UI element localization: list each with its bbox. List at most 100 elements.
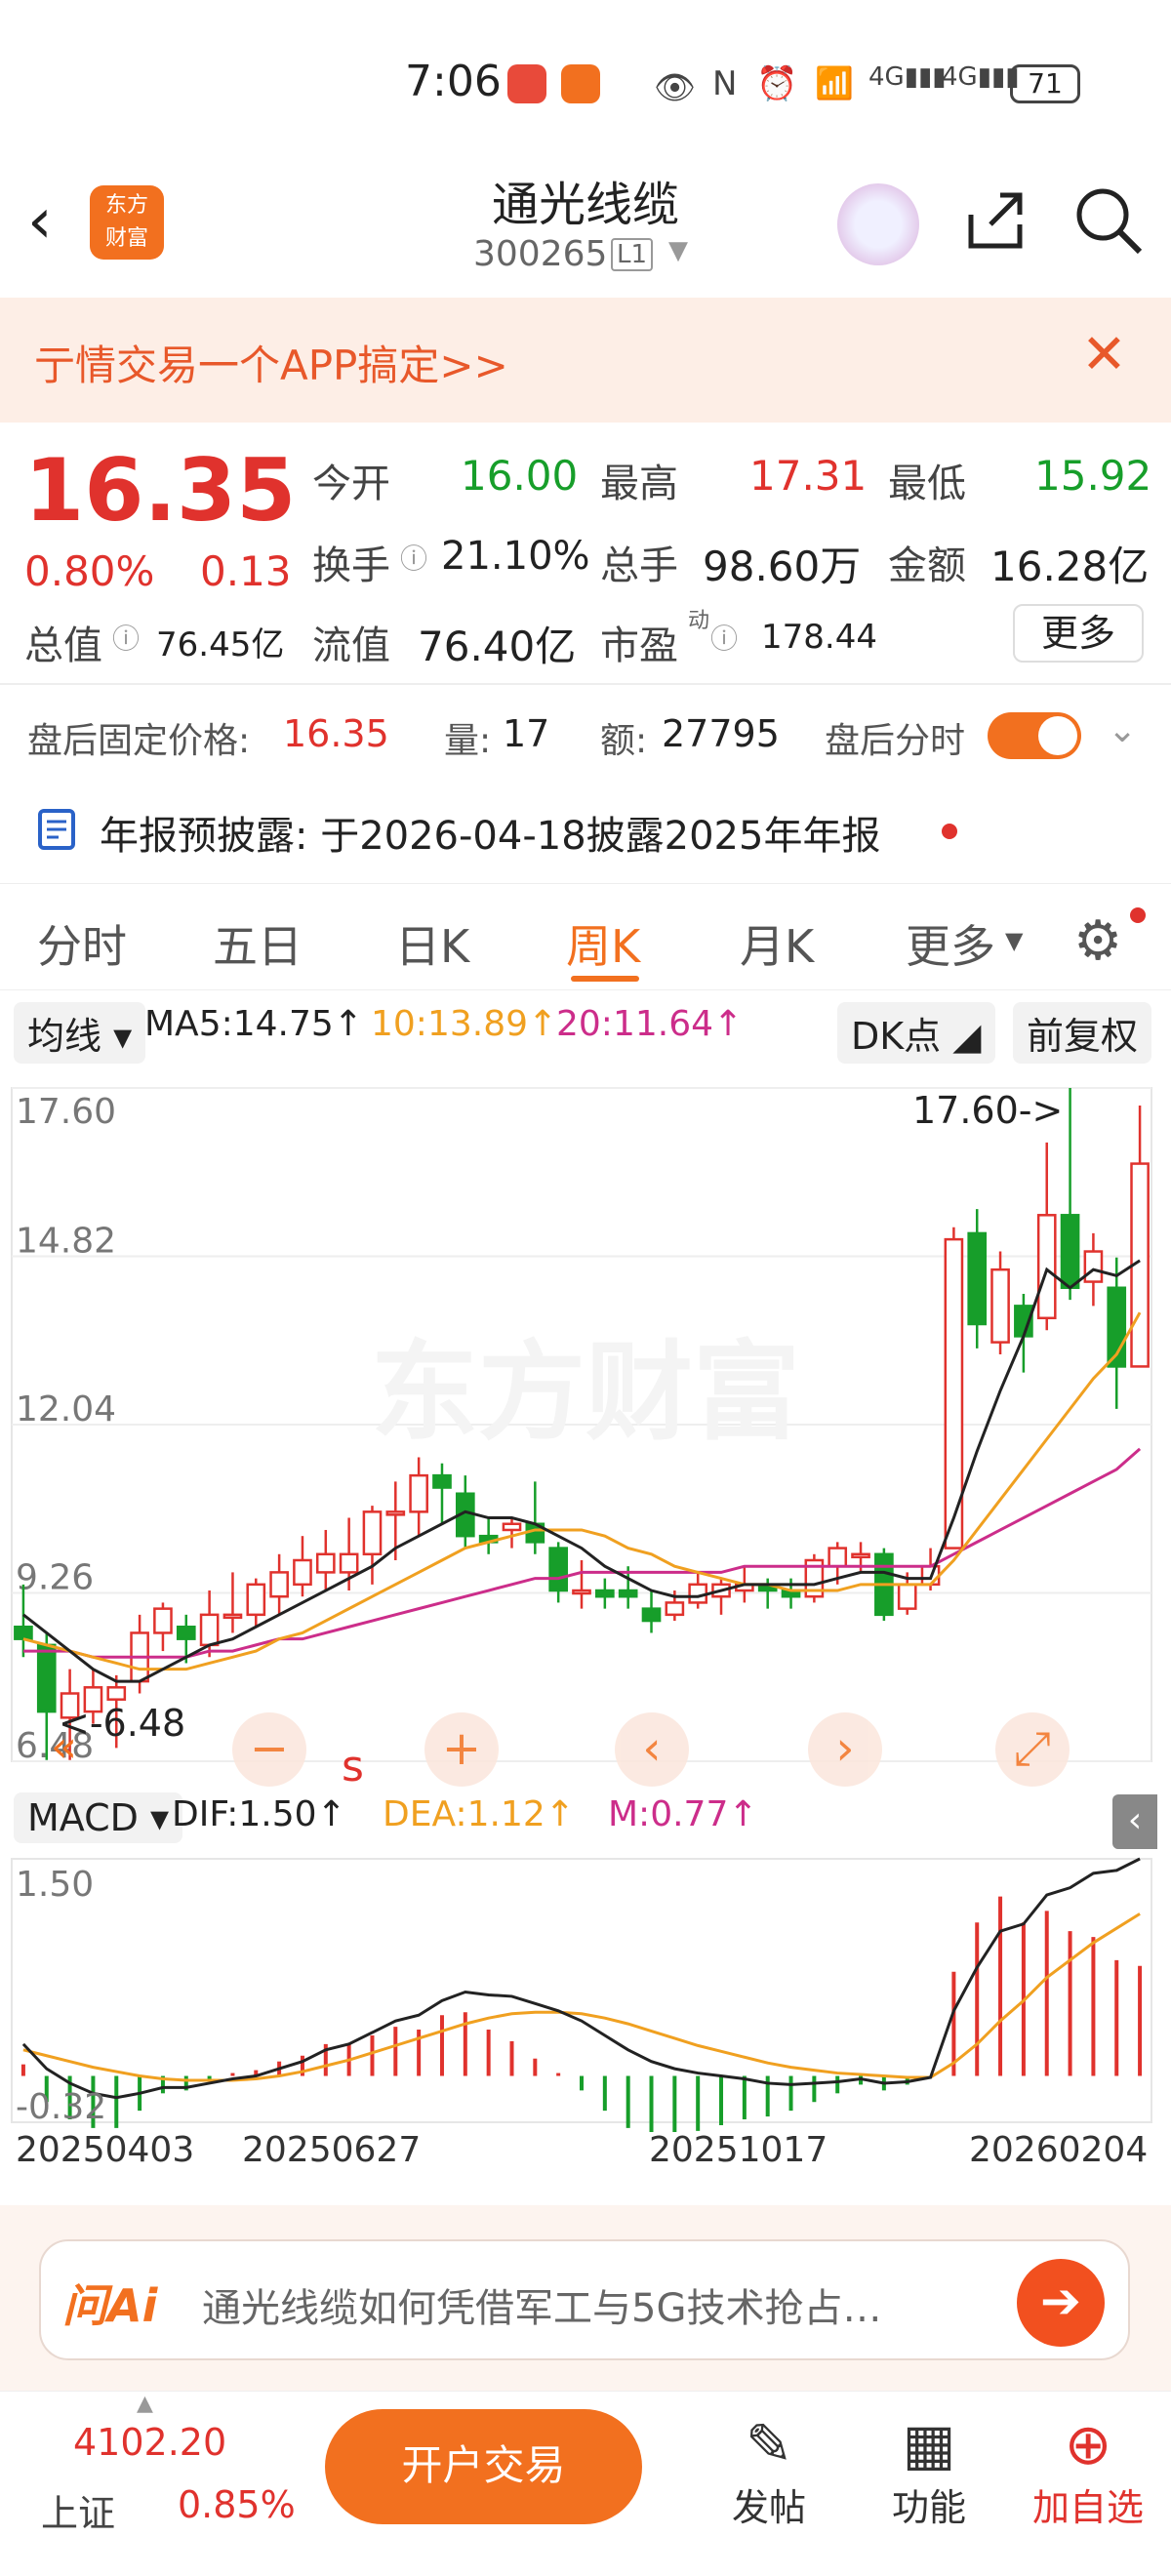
more-button[interactable]: 更多 bbox=[1013, 604, 1144, 663]
tab-intraday[interactable]: 分时 bbox=[37, 911, 127, 976]
chevron-up-icon[interactable]: ▲ bbox=[137, 2392, 153, 2416]
tab-five-day[interactable]: 五日 bbox=[213, 911, 303, 976]
settings-badge-dot bbox=[1130, 907, 1146, 923]
zoom-in-button[interactable]: + bbox=[424, 1712, 499, 1787]
max-price-marker: 17.60-> bbox=[912, 1089, 1063, 1132]
ai-input-box[interactable]: 问Ai 通光线缆如何凭借军工与5G技术抢占… ➔ bbox=[39, 2239, 1130, 2360]
candle-body bbox=[990, 1268, 1010, 1344]
amount-label: 金额 bbox=[888, 543, 966, 588]
quote-panel: 16.35 0.80% 0.13 今开 16.00 最高 17.31 最低 15… bbox=[0, 423, 1171, 671]
ai-brand: 问Ai bbox=[62, 2279, 158, 2332]
y-axis-label: 14.82 bbox=[16, 1222, 116, 1262]
market-cap-value: 76.45亿 bbox=[156, 625, 285, 664]
chevron-down-icon[interactable]: ▼ bbox=[1005, 927, 1023, 954]
promo-banner[interactable]: 亍情交易一个APP搞定>> ✕ bbox=[0, 298, 1171, 423]
after-hours-amt-label: 额: bbox=[600, 721, 648, 761]
bottom-nav: ▲ 4102.20 上证 0.85% 开户交易 ✎ 发帖 ▦ 功能 ⊕ 加自选 bbox=[0, 2391, 1171, 2576]
gear-icon[interactable]: ⚙ bbox=[1073, 909, 1122, 973]
candle-body bbox=[106, 1686, 127, 1701]
pan-right-button[interactable]: › bbox=[808, 1712, 882, 1787]
stock-header: ‹ 东方 财富 通光线缆 300265 L1 ▼ bbox=[0, 166, 1171, 298]
search-icon[interactable] bbox=[1071, 183, 1146, 258]
tab-more[interactable]: 更多 bbox=[906, 911, 995, 976]
turnover-label: 换手 bbox=[312, 543, 390, 588]
dif-line bbox=[21, 1857, 1141, 2100]
kline-chart[interactable]: 17.6014.8212.049.266.48东方财富17.60-><-6.48 bbox=[0, 1059, 1171, 1800]
ma20-legend: 20:11.64↑ bbox=[556, 1004, 744, 1044]
candle-body bbox=[665, 1601, 685, 1617]
nav-post-label: 发帖 bbox=[731, 2486, 806, 2529]
volume-value: 98.60万 bbox=[703, 543, 862, 590]
share-icon[interactable] bbox=[961, 185, 1030, 254]
chevron-down-icon[interactable]: ⌄ bbox=[1108, 710, 1137, 750]
macd-y-label: 1.50 bbox=[16, 1865, 94, 1905]
zoom-out-button[interactable]: − bbox=[232, 1712, 306, 1787]
stock-code: 300265 bbox=[473, 234, 608, 274]
battery-icon: 71 bbox=[1010, 64, 1080, 103]
change-percent: 0.80% bbox=[24, 547, 155, 595]
candle-body bbox=[828, 1547, 848, 1568]
info-icon[interactable]: ⓘ bbox=[112, 618, 140, 657]
candle-body bbox=[222, 1613, 243, 1620]
candle-body bbox=[176, 1625, 196, 1640]
robot-assistant-icon[interactable] bbox=[837, 183, 919, 265]
candle-body bbox=[1036, 1214, 1057, 1320]
dea-line bbox=[22, 1912, 1141, 2082]
after-hours-amt: 27795 bbox=[662, 712, 780, 755]
ai-prompt: 通光线缆如何凭借军工与5G技术抢占… bbox=[202, 2286, 882, 2331]
candle-body bbox=[897, 1583, 917, 1610]
sell-signal-marker: s bbox=[342, 1742, 364, 1791]
dk-label: DK点 bbox=[851, 1015, 942, 1058]
nav-functions[interactable]: ▦ 功能 bbox=[861, 2411, 997, 2531]
min-price-marker: <-6.48 bbox=[59, 1702, 185, 1745]
x-label-2: 20250627 bbox=[242, 2130, 422, 2170]
macd-selector[interactable]: MACD ▾ bbox=[14, 1792, 183, 1843]
fullscreen-button[interactable]: ⤢ bbox=[995, 1712, 1070, 1787]
tab-daily-k[interactable]: 日K bbox=[395, 911, 469, 976]
candle-body bbox=[36, 1643, 57, 1713]
pe-label: 市盈 bbox=[600, 624, 678, 668]
alarm-icon: ⏰ bbox=[756, 64, 798, 103]
info-icon[interactable]: ⓘ bbox=[710, 618, 738, 657]
after-hours-toggle[interactable] bbox=[988, 712, 1081, 759]
macd-dea-legend: DEA:1.12↑ bbox=[383, 1794, 575, 1834]
candle-body bbox=[572, 1589, 591, 1595]
stock-name: 通光线缆 bbox=[491, 178, 679, 232]
collapse-panel-button[interactable]: ‹ bbox=[1112, 1794, 1157, 1849]
x-label-1: 20250403 bbox=[16, 2130, 195, 2170]
index-value: 4102.20 bbox=[73, 2421, 227, 2464]
dk-point-button[interactable]: DK点 ◢ bbox=[837, 1002, 995, 1064]
open-account-trade-button[interactable]: 开户交易 bbox=[325, 2409, 642, 2524]
pe-dynamic-sup: 动 bbox=[688, 609, 710, 633]
eye-icon: 👁 bbox=[654, 68, 697, 107]
tab-weekly-k[interactable]: 周K bbox=[566, 911, 640, 976]
level-badge: L1 bbox=[611, 238, 654, 271]
arrow-right-icon[interactable]: ➔ bbox=[1017, 2259, 1105, 2347]
x-label-3: 20251017 bbox=[649, 2130, 828, 2170]
macd-chart[interactable]: 1.50 -0.32 bbox=[0, 1849, 1171, 2132]
info-icon[interactable]: ⓘ bbox=[400, 538, 427, 577]
candle-body bbox=[362, 1510, 383, 1556]
adjust-button[interactable]: 前复权 bbox=[1013, 1002, 1152, 1064]
macd-selector-label: MACD bbox=[27, 1796, 139, 1839]
notice-row[interactable]: 年报预披露: 于2026-04-18披露2025年年报 bbox=[0, 790, 1171, 873]
nav-add-watchlist[interactable]: ⊕ 加自选 bbox=[1020, 2411, 1156, 2531]
chevron-down-icon[interactable]: ▼ bbox=[668, 236, 688, 265]
amount-value: 16.28亿 bbox=[990, 543, 1150, 590]
nav-post[interactable]: ✎ 发帖 bbox=[701, 2411, 837, 2531]
ma-selector[interactable]: 均线 ▾ bbox=[14, 1002, 146, 1064]
close-icon[interactable]: ✕ bbox=[1081, 323, 1127, 386]
back-icon[interactable]: ‹ bbox=[27, 185, 53, 258]
candle-body bbox=[339, 1552, 359, 1574]
after-hours-vol-label: 量: bbox=[444, 721, 492, 761]
app-logo-icon: 东方 财富 bbox=[90, 185, 164, 260]
ai-assistant-bar: 问Ai 通光线缆如何凭借军工与5G技术抢占… ➔ bbox=[0, 2205, 1171, 2391]
status-time: 7:06 bbox=[405, 57, 502, 106]
volume-label: 总手 bbox=[600, 543, 678, 588]
rewind-icon[interactable]: « bbox=[51, 1722, 77, 1772]
low-value: 15.92 bbox=[1034, 452, 1152, 500]
float-cap-label: 流值 bbox=[312, 624, 390, 668]
pan-left-button[interactable]: ‹ bbox=[615, 1712, 689, 1787]
tab-monthly-k[interactable]: 月K bbox=[740, 911, 814, 976]
candle-body bbox=[14, 1625, 33, 1640]
